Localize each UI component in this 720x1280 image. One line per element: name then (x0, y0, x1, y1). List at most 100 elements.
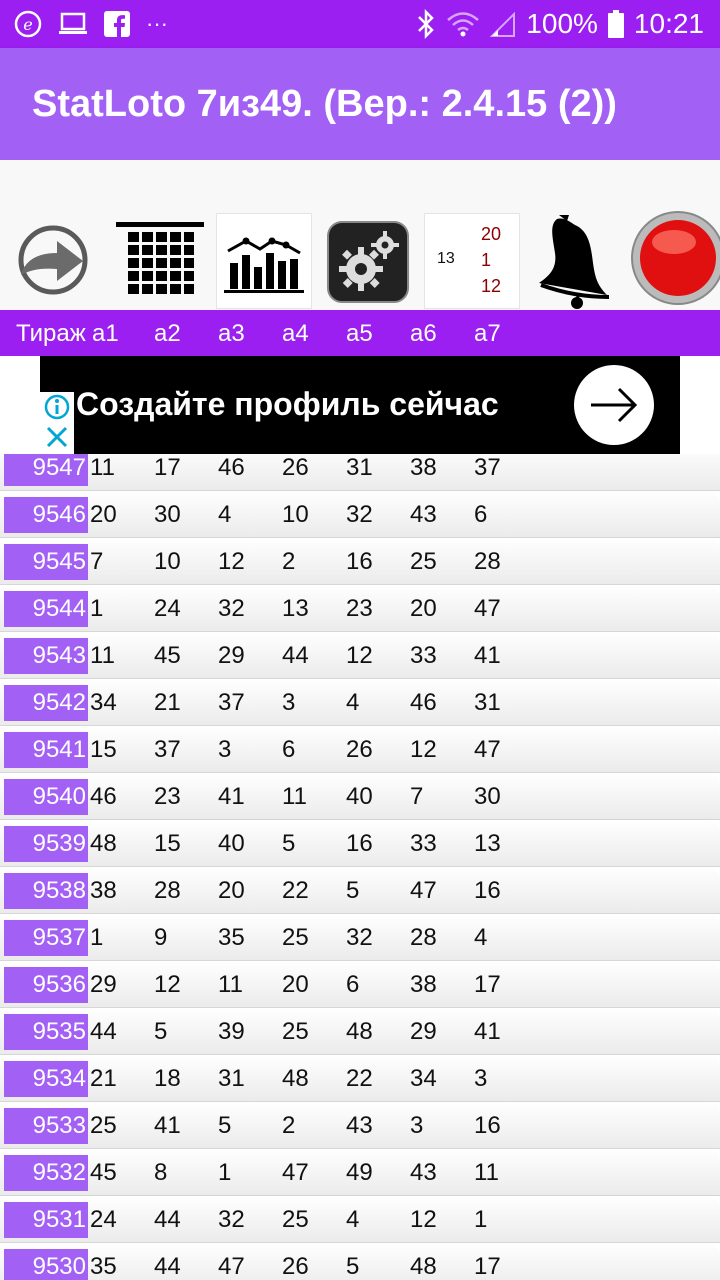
ball-number-a3: 47 (218, 1253, 245, 1280)
ball-number-a4: 26 (282, 454, 309, 481)
notifications-button[interactable] (530, 210, 620, 310)
ball-number-a4: 25 (282, 924, 309, 951)
ad-action-button[interactable] (574, 365, 654, 445)
settings-button[interactable] (326, 220, 410, 304)
ball-number-a1: 15 (90, 736, 117, 763)
ball-number-a4: 22 (282, 877, 309, 904)
ball-number-a4: 25 (282, 1206, 309, 1233)
ball-number-a2: 17 (154, 454, 181, 481)
table-row[interactable]: 9538 38 28 20 22 5 47 16 (0, 867, 720, 914)
table-row[interactable]: 9532 45 8 1 47 49 43 11 (0, 1149, 720, 1196)
table-row[interactable]: 9546 20 30 4 10 32 43 6 (0, 491, 720, 538)
ball-number-a1: 29 (90, 971, 117, 998)
draw-number: 9540 (4, 779, 88, 815)
ball-number-a5: 32 (346, 501, 373, 528)
ball-number-a7: 13 (474, 830, 501, 857)
ball-number-a7: 41 (474, 642, 501, 669)
table-row[interactable]: 9530 35 44 47 26 5 48 17 (0, 1243, 720, 1280)
ball-number-a2: 23 (154, 783, 181, 810)
info-icon[interactable] (42, 392, 72, 422)
ball-number-a4: 26 (282, 1253, 309, 1280)
ball-number-a6: 25 (410, 548, 437, 575)
ball-number-a6: 3 (410, 1112, 424, 1139)
header-a1: a1 (92, 320, 119, 347)
ad-content[interactable]: Создайте профиль сейчас (40, 356, 680, 454)
header-a3: a3 (218, 320, 245, 347)
ball-number-a1: 25 (90, 1112, 117, 1139)
ball-number-a3: 41 (218, 783, 245, 810)
ball-number-a2: 24 (154, 595, 181, 622)
table-row[interactable]: 9541 15 37 3 6 26 12 47 (0, 726, 720, 773)
calendar-number-3: 12 (481, 276, 502, 296)
ball-number-a1: 7 (90, 548, 104, 575)
numbers-frequency-button[interactable]: 13 20 1 12 (424, 213, 520, 309)
app-bar: StatLoto 7из49. (Вер.: 2.4.15 (2)) (0, 48, 720, 160)
table-row[interactable]: 9539 48 15 40 5 16 33 13 (0, 820, 720, 867)
laptop-icon (58, 11, 88, 37)
table-row[interactable]: 9544 1 24 32 13 23 20 47 (0, 585, 720, 632)
ball-number-a6: 46 (410, 689, 437, 716)
ad-info-box[interactable] (40, 392, 74, 454)
ball-number-a2: 9 (154, 924, 168, 951)
ball-number-a7: 41 (474, 1018, 501, 1045)
table-row[interactable]: 9534 21 18 31 48 22 34 3 (0, 1055, 720, 1102)
red-circle-icon (631, 211, 720, 305)
ball-number-a5: 4 (346, 689, 360, 716)
app-notification-icon: e (14, 10, 42, 38)
table-row[interactable]: 9545 7 10 12 2 16 25 28 (0, 538, 720, 585)
ball-number-a4: 13 (282, 595, 309, 622)
table-row[interactable]: 9542 34 21 37 3 4 46 31 (0, 679, 720, 726)
gears-icon (327, 221, 409, 303)
table-row[interactable]: 9533 25 41 5 2 43 3 16 (0, 1102, 720, 1149)
ball-number-a3: 37 (218, 689, 245, 716)
ball-number-a2: 12 (154, 971, 181, 998)
ball-number-a4: 20 (282, 971, 309, 998)
ad-banner[interactable]: Создайте профиль сейчас (0, 356, 720, 454)
draw-number: 9544 (4, 591, 88, 627)
ball-number-a7: 47 (474, 736, 501, 763)
ad-close-icon[interactable] (42, 422, 72, 452)
ball-number-a6: 12 (410, 736, 437, 763)
ball-number-a4: 48 (282, 1065, 309, 1092)
ball-number-a7: 3 (474, 1065, 488, 1092)
battery-icon (607, 10, 624, 38)
ball-number-a4: 3 (282, 689, 296, 716)
ball-number-a6: 12 (410, 1206, 437, 1233)
draw-number: 9533 (4, 1108, 88, 1144)
ball-number-a6: 48 (410, 1253, 437, 1280)
ball-number-a3: 29 (218, 642, 245, 669)
draw-number: 9539 (4, 826, 88, 862)
ball-number-a3: 5 (218, 1112, 232, 1139)
statistics-chart-button[interactable] (216, 213, 312, 309)
record-button[interactable] (630, 210, 720, 306)
table-row[interactable]: 9536 29 12 11 20 6 38 17 (0, 961, 720, 1008)
ball-number-a5: 22 (346, 1065, 373, 1092)
ad-text[interactable]: Создайте профиль сейчас (76, 386, 499, 423)
ball-number-a3: 46 (218, 454, 245, 481)
table-row[interactable]: 9537 1 9 35 25 32 28 4 (0, 914, 720, 961)
table-view-button[interactable] (112, 220, 208, 306)
wifi-icon (446, 10, 480, 38)
forward-button[interactable] (10, 220, 96, 300)
ball-number-a6: 20 (410, 595, 437, 622)
table-row[interactable]: 9531 24 44 32 25 4 12 1 (0, 1196, 720, 1243)
ball-number-a6: 33 (410, 642, 437, 669)
draw-number: 9531 (4, 1202, 88, 1238)
ball-number-a3: 3 (218, 736, 232, 763)
ball-number-a7: 17 (474, 1253, 501, 1280)
ball-number-a6: 34 (410, 1065, 437, 1092)
table-row[interactable]: 9547 11 17 46 26 31 38 37 (0, 454, 720, 491)
ball-number-a1: 11 (90, 454, 115, 481)
ball-number-a4: 44 (282, 642, 309, 669)
draw-number: 9541 (4, 732, 88, 768)
table-row[interactable]: 9543 11 45 29 44 12 33 41 (0, 632, 720, 679)
header-a2: a2 (154, 320, 181, 347)
ball-number-a3: 35 (218, 924, 245, 951)
table-row[interactable]: 9535 44 5 39 25 48 29 41 (0, 1008, 720, 1055)
ball-number-a2: 10 (154, 548, 181, 575)
ball-number-a1: 44 (90, 1018, 117, 1045)
table-row[interactable]: 9540 46 23 41 11 40 7 30 (0, 773, 720, 820)
toolbar: 13 20 1 12 (0, 160, 720, 310)
arrow-right-icon (591, 387, 638, 423)
ball-number-a1: 1 (90, 595, 104, 622)
